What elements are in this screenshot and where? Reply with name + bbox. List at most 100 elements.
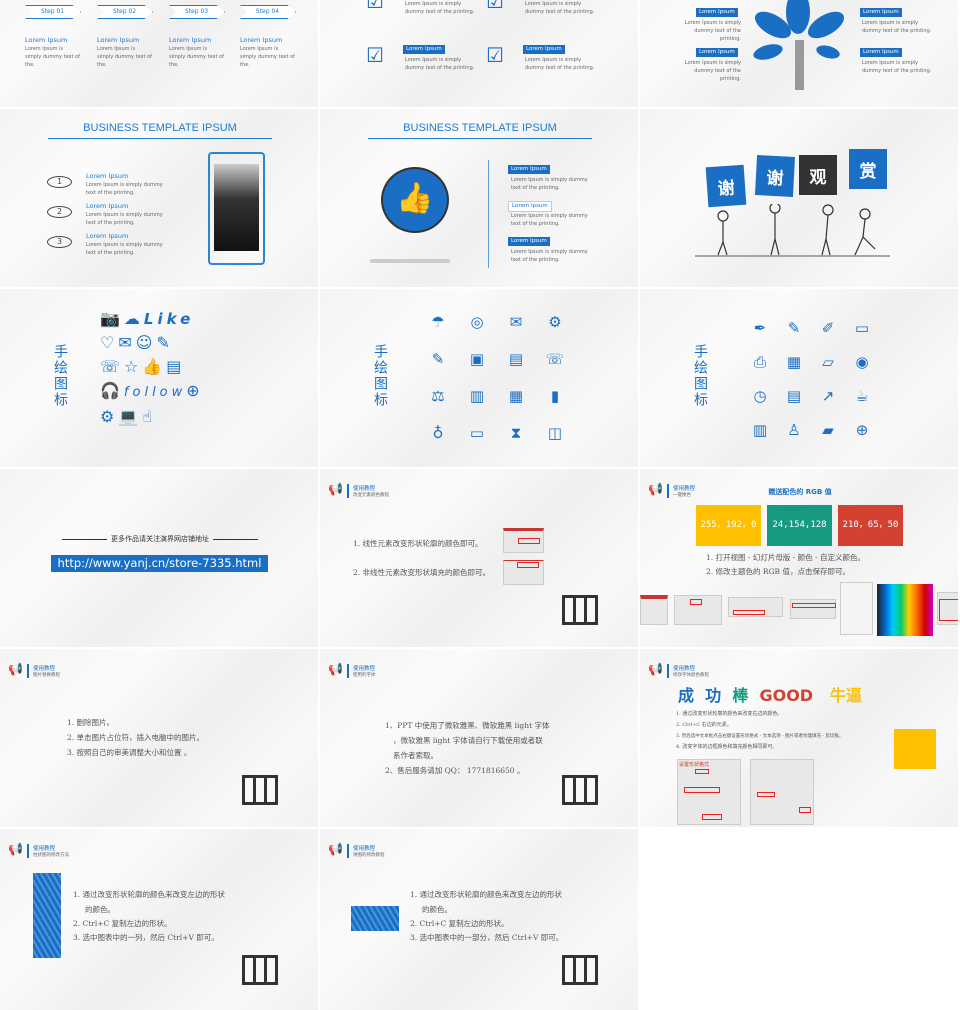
item-body: Lorem Ipsum is simply dummy text of the … bbox=[86, 212, 163, 226]
slide-steps[interactable]: Step 01 Step 02 Step 03 Step 04 Lorem Ip… bbox=[0, 0, 318, 107]
step-title: Lorem Ipsum bbox=[97, 36, 140, 44]
slide-numbered[interactable]: BUSINESS TEMPLATE IPSUM 1 2 3 Lorem Ipsu… bbox=[0, 109, 318, 287]
divider-right bbox=[213, 539, 258, 540]
instruction-line: 2. 单击图片占位符，插入电脑中的图片。 bbox=[67, 733, 205, 742]
header-bar bbox=[347, 844, 349, 858]
megaphone-icon: 📢 bbox=[648, 662, 663, 676]
item-body: Lorem Ipsum is simply dummy text of the … bbox=[86, 182, 163, 196]
map-icon bbox=[242, 775, 278, 805]
monitor-icon: ▭ bbox=[469, 424, 485, 442]
feather-icon: ✒ bbox=[753, 319, 767, 337]
trend-icon: ↗ bbox=[821, 387, 835, 405]
instruction-line: 的颜色。 bbox=[85, 905, 115, 914]
slide-icons-2[interactable]: 手绘图标 ☂ ◎ ✉ ⚙ ✎ ▣ ▤ ☏ ⚖ ▥ ▦ ▮ ♁ ▭ ⧗ ◫ bbox=[320, 289, 638, 467]
screenshot-view-ribbon bbox=[640, 595, 668, 625]
photo-frame bbox=[208, 152, 265, 265]
checkbox-icon: ☑ bbox=[366, 43, 384, 67]
tutorial-title: 使用教程 bbox=[353, 846, 376, 852]
map-icon bbox=[562, 775, 598, 805]
store-url-link[interactable]: http://www.yanj.cn/store-7335.html bbox=[51, 555, 268, 572]
cup-icon: ☕ bbox=[855, 387, 869, 405]
step-title: Lorem Ipsum bbox=[240, 36, 283, 44]
slide-tutorial-text-color[interactable]: 📢 使用教程 修改字体颜色教程 成 功 棒 GOOD 牛逼 1. 通过改变形状轮… bbox=[640, 649, 958, 827]
mail-icon: ✉ bbox=[509, 313, 523, 331]
instruction-line: 2. Ctrl+C 复制左边的形状。 bbox=[73, 919, 172, 928]
instruction-line: 1. 打开视图 - 幻灯片母版 - 颜色 - 自定义颜色。 bbox=[706, 553, 865, 562]
color-swatch-green: 24,154,128 bbox=[767, 505, 832, 546]
icon-grid: ☂ ◎ ✉ ⚙ ✎ ▣ ▤ ☏ ⚖ ▥ ▦ ▮ ♁ ▭ ⧗ ◫ bbox=[428, 313, 584, 461]
bag-icon: ◫ bbox=[547, 424, 563, 442]
scale-icon: ⚖ bbox=[431, 387, 445, 405]
instruction-line: 1、PPT 中使用了微软雅黑、微软雅黑 light 字体 bbox=[385, 721, 550, 730]
megaphone-icon: 📢 bbox=[8, 662, 23, 676]
tree-label: Lorem Ipsum bbox=[696, 8, 738, 17]
instruction-line: 2. 修改主题色的 RGB 值，点击保存即可。 bbox=[706, 567, 850, 576]
slide-tree[interactable]: Lorem Ipsum Lorem Ipsum is simply dummy … bbox=[640, 0, 958, 107]
instruction-line: ，微软雅黑 light 字体请自行下载使用或者联 bbox=[393, 736, 543, 745]
step-body: Lorem Ipsum is simply dummy text of the. bbox=[97, 46, 152, 68]
book-icon: ▮ bbox=[550, 387, 560, 405]
slide-title: BUSINESS TEMPLATE IPSUM bbox=[83, 122, 237, 134]
step-title: Lorem Ipsum bbox=[169, 36, 212, 44]
store-caption: 更多作品请关注演界网店铺地址 bbox=[111, 535, 209, 543]
item-label: Lorem Ipsum bbox=[508, 237, 550, 246]
checkbox-icon: ☑ bbox=[366, 0, 384, 13]
outline-menu-screenshot bbox=[503, 528, 544, 553]
item-title: Lorem Ipsum bbox=[86, 202, 129, 210]
fill-menu-screenshot bbox=[503, 560, 544, 585]
laptop-icon: 💻 bbox=[118, 407, 143, 426]
screenshot-colors bbox=[728, 597, 783, 617]
hand-drawn-icons-label: 手绘图标 bbox=[52, 344, 68, 408]
sign-thanks-1: 谢 bbox=[705, 164, 747, 208]
marker-icon: ✐ bbox=[821, 319, 835, 337]
instruction-line: 1. 删除图片。 bbox=[67, 718, 115, 727]
step-body: Lorem Ipsum is simply dummy text of the. bbox=[25, 46, 80, 68]
screenshot-color-picker bbox=[877, 584, 933, 636]
slide-title: BUSINESS TEMPLATE IPSUM bbox=[403, 122, 557, 134]
step-body: Lorem Ipsum is simply dummy text of the. bbox=[169, 46, 224, 68]
document-icon: ▤ bbox=[508, 350, 524, 368]
megaphone-icon: 📢 bbox=[328, 842, 343, 856]
slide-icons-3[interactable]: 手绘图标 ✒ ✎ ✐ ▭ ⎙ ▦ ▱ ◉ ◷ ▤ ↗ ☕ ▥ ♙ ▰ ⊕ bbox=[640, 289, 958, 467]
stick-figures bbox=[695, 204, 890, 257]
bulb-icon: ♁ bbox=[432, 424, 444, 442]
user-icon: ☺ bbox=[135, 333, 157, 352]
thumbs-up-icon: 👍 bbox=[381, 167, 449, 233]
header-bar bbox=[347, 664, 349, 678]
icon-grid: ✒ ✎ ✐ ▭ ⎙ ▦ ▱ ◉ ◷ ▤ ↗ ☕ ▥ ♙ ▰ ⊕ bbox=[750, 319, 886, 455]
header-bar bbox=[27, 844, 29, 858]
slide-tutorial-rgb[interactable]: 📢 使用教程 一键换色 赠送配色的 RGB 值 255，192，0 24,154… bbox=[640, 469, 958, 647]
word-good: GOOD bbox=[759, 686, 814, 705]
rgb-heading: 赠送配色的 RGB 值 bbox=[768, 488, 832, 496]
slide-checks[interactable]: ☑ ☑ ☑ ☑ Lorem Ipsum is simply dummy text… bbox=[320, 0, 638, 107]
tutorial-subtitle: 柱状图的修改方法 bbox=[33, 853, 69, 858]
gear-icon: ⚙ bbox=[548, 313, 562, 331]
instruction-line: 1. 通过改变形状轮廓的颜色来改变左边的形状 bbox=[73, 890, 226, 899]
scanner-icon: ▱ bbox=[822, 353, 834, 371]
slide-tutorial-shape[interactable]: 📢 使用教程 改变元素颜色教程 1. 线性元素改变形状轮廓的颜色即可。 2. 非… bbox=[320, 469, 638, 647]
tutorial-subtitle: 饼图的修改教程 bbox=[353, 853, 385, 858]
panel-title: 设置形状格式 bbox=[679, 762, 710, 768]
umbrella-icon: ☂ bbox=[431, 313, 445, 331]
screenshot-theme bbox=[790, 599, 836, 619]
slide-store[interactable]: 更多作品请关注演界网店铺地址 http://www.yanj.cn/store-… bbox=[0, 469, 318, 647]
megaphone-icon: 📢 bbox=[328, 662, 343, 676]
slide-tutorial-pie[interactable]: 📢 使用教程 饼图的修改教程 1. 通过改变形状轮廓的颜色来改变左边的形状 的颜… bbox=[320, 829, 638, 1010]
instruction-line: 1. 线性元素改变形状轮廓的颜色即可。 bbox=[353, 539, 483, 548]
tutorial-title: 使用教程 bbox=[353, 486, 376, 492]
slide-tutorial-font[interactable]: 📢 使用教程 使用的字体 1、PPT 中使用了微软雅黑、微软雅黑 light 字… bbox=[320, 649, 638, 827]
slide-thumbs[interactable]: BUSINESS TEMPLATE IPSUM 👍 Lorem Ipsum Lo… bbox=[320, 109, 638, 287]
screenshot-master bbox=[674, 595, 722, 625]
item-body: Lorem Ipsum is simply dummy text of the … bbox=[511, 249, 588, 263]
slide-tutorial-bar[interactable]: 📢 使用教程 柱状图的修改方法 1. 通过改变形状轮廓的颜色来改变左边的形状 的… bbox=[0, 829, 318, 1010]
instruction-line: 4. 改变字体的边框颜色和填充颜色相同即可。 bbox=[676, 744, 778, 750]
slide-thanks[interactable]: 谢 谢 观 赏 bbox=[640, 109, 958, 287]
title-underline bbox=[368, 138, 592, 139]
slide-tutorial-image[interactable]: 📢 使用教程 图片替换教程 1. 删除图片。 2. 单击图片占位符，插入电脑中的… bbox=[0, 649, 318, 827]
tree-illustration bbox=[753, 0, 845, 90]
check-body: Lorem Ipsum is simply dummy text of the … bbox=[405, 57, 475, 71]
sign-view: 观 bbox=[799, 155, 837, 195]
slide-icons-1[interactable]: 手绘图标 📷☁Like ♡✉☺✎ ☏☆👍▤ 🎧follow⊕ ⚙💻☝ bbox=[0, 289, 318, 467]
globe-icon: ⊕ bbox=[186, 381, 204, 400]
check-body: Lorem Ipsum is simply dummy text of the … bbox=[525, 1, 595, 15]
